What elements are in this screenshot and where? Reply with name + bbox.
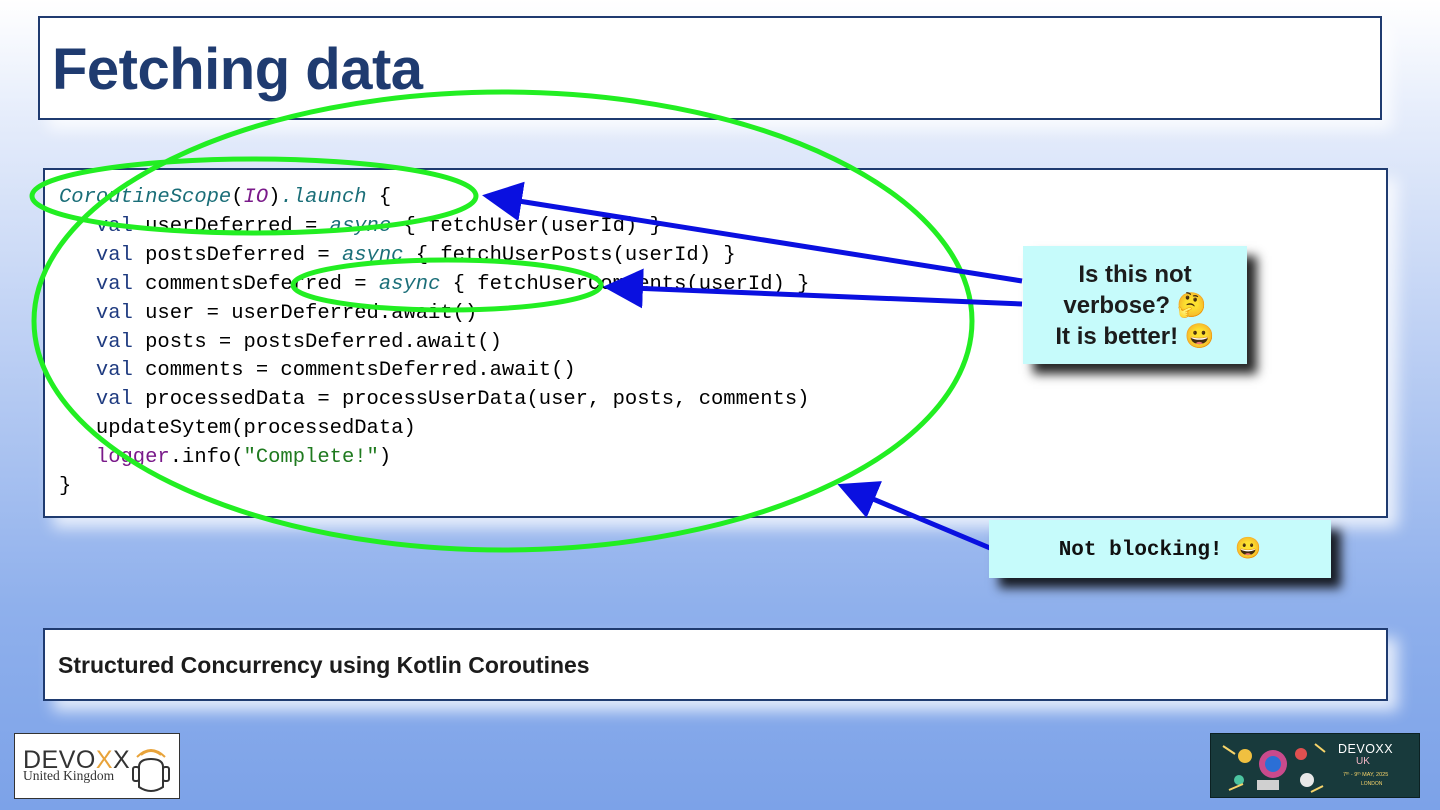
code-token: IO <box>243 186 269 209</box>
code-token: ) <box>378 446 392 470</box>
code-keyword: val <box>95 388 133 412</box>
code-line: val posts = postsDeferred.await() <box>59 329 809 358</box>
slide-title: Fetching data <box>52 37 423 102</box>
code-token: user = userDeferred.await() <box>132 301 478 325</box>
code-token: .launch <box>280 186 367 209</box>
code-token: { fetchUser(userId) } <box>391 214 662 238</box>
code-token: async <box>378 272 441 296</box>
conference-artwork-icon <box>1222 743 1326 793</box>
code-line: logger.info("Complete!") <box>59 444 809 473</box>
code-keyword: val <box>95 330 133 354</box>
devoxx-united-kingdom-logo: DEVOXX United Kingdom <box>14 733 180 799</box>
code-string: "Complete!" <box>243 446 379 470</box>
callout-verbose-line2: verbose? 🤔 <box>1063 291 1207 319</box>
code-block: CoroutineScope(IO).launch { val userDefe… <box>59 184 809 502</box>
code-token: ) <box>268 186 281 209</box>
code-keyword: val <box>95 359 133 383</box>
devoxx-uk-city: LONDON <box>1361 781 1383 787</box>
code-line: } <box>59 473 809 502</box>
code-token: logger <box>95 446 170 470</box>
code-token: updateSytem(processedData) <box>95 417 416 441</box>
code-token: async <box>329 214 392 238</box>
code-token: CoroutineScope <box>59 186 232 209</box>
code-token: async <box>341 243 404 267</box>
code-line: val comments = commentsDeferred.await() <box>59 357 809 386</box>
code-line: updateSytem(processedData) <box>59 415 809 444</box>
title-box: Fetching data <box>38 16 1382 120</box>
code-token: .info( <box>169 446 244 470</box>
code-line: val userDeferred = async { fetchUser(use… <box>59 213 809 242</box>
code-keyword: val <box>95 214 133 238</box>
code-line: val user = userDeferred.await() <box>59 300 809 329</box>
footer-box: Structured Concurrency using Kotlin Coro… <box>43 628 1388 701</box>
headphones-robot-icon <box>132 749 170 792</box>
code-line: CoroutineScope(IO).launch { <box>59 184 809 213</box>
callout-verbose-line3: It is better! 😀 <box>1055 322 1215 350</box>
callout-verbose-line1: Is this not <box>1078 260 1192 288</box>
callout-not-blocking-text: Not blocking! 😀 <box>1058 538 1262 562</box>
code-token: } <box>59 475 72 499</box>
code-line: val processedData = processUserData(user… <box>59 386 810 415</box>
code-token: { <box>366 186 392 209</box>
code-token: processedData = processUserData(user, po… <box>132 388 810 412</box>
code-token: userDeferred = <box>132 214 330 238</box>
devoxx-uk-2025-logo: DEVOXX UK 7ᵗʰ - 9ᵗʰ MAY, 2025 LONDON <box>1210 733 1420 798</box>
code-line: val postsDeferred = async { fetchUserPos… <box>59 242 809 271</box>
callout-verbose: Is this not verbose? 🤔 It is better! 😀 <box>1023 246 1247 364</box>
code-keyword: val <box>95 243 133 267</box>
code-line: val commentsDeferred = async { fetchUser… <box>59 271 810 300</box>
code-token: comments = commentsDeferred.await() <box>132 359 576 383</box>
code-token: postsDeferred = <box>132 243 342 267</box>
code-keyword: val <box>95 301 133 325</box>
devoxx-uk-wordmark: DEVOXX <box>1338 742 1394 756</box>
devoxx-uk-dates: 7ᵗʰ - 9ᵗʰ MAY, 2025 <box>1343 772 1389 778</box>
footer-text: Structured Concurrency using Kotlin Coro… <box>58 652 590 678</box>
callout-not-blocking: Not blocking! 😀 <box>989 520 1331 578</box>
code-keyword: val <box>95 272 133 296</box>
code-token: ( <box>231 186 244 209</box>
code-token: { fetchUserComments(userId) } <box>440 272 810 296</box>
devoxx-subtitle: United Kingdom <box>23 768 115 783</box>
code-token: { fetchUserPosts(userId) } <box>403 243 736 267</box>
devoxx-uk-country: UK <box>1356 756 1370 767</box>
code-token: commentsDeferred = <box>132 272 379 296</box>
code-token: posts = postsDeferred.await() <box>132 330 502 354</box>
